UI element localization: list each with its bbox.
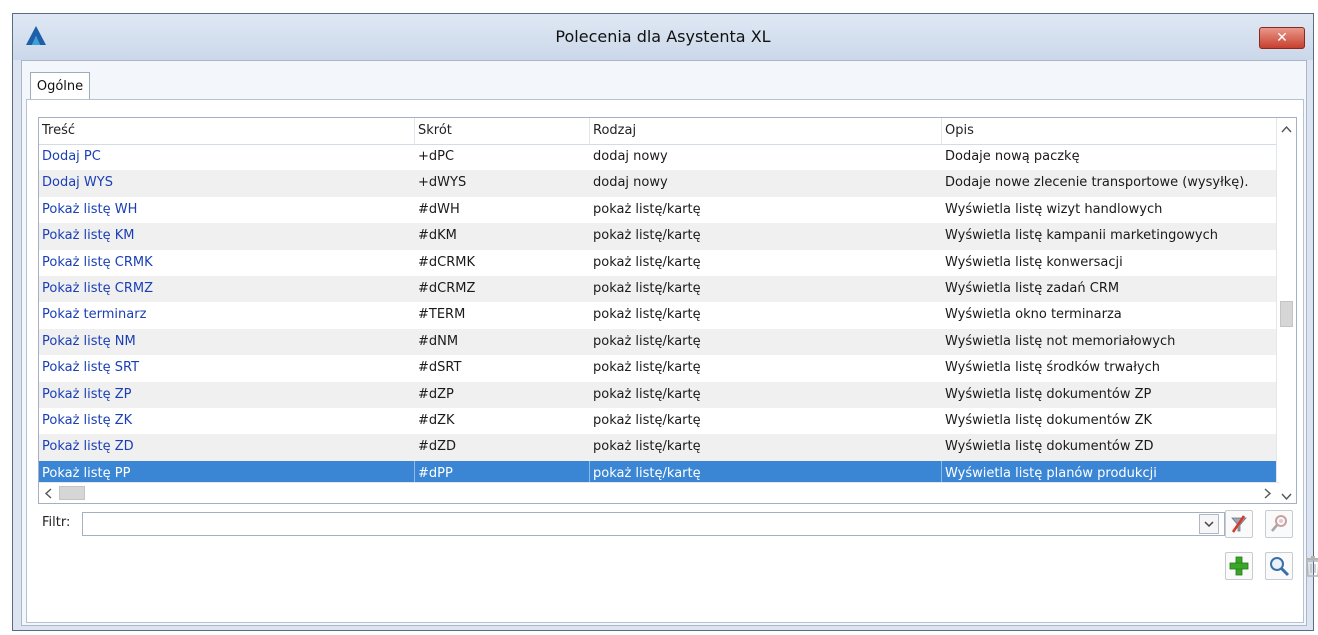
- cell-opis: Wyświetla listę wizyt handlowych: [945, 201, 1163, 217]
- cell-opis: Wyświetla listę dokumentów ZP: [945, 386, 1152, 402]
- cell-skrot: #dCRMZ: [418, 280, 476, 296]
- table-row[interactable]: Pokaż listę CRMZ #dCRMZ pokaż listę/kart…: [39, 275, 1279, 303]
- cell-rodzaj: pokaż listę/kartę: [593, 360, 701, 376]
- cell-rodzaj: pokaż listę/kartę: [593, 280, 701, 296]
- table-row[interactable]: Dodaj PC +dPC dodaj nowy Dodaje nową pac…: [39, 144, 1279, 170]
- cell-opis: Wyświetla listę dokumentów ZD: [945, 439, 1154, 455]
- search-button[interactable]: [1265, 552, 1293, 580]
- column-header-tresc[interactable]: Treść: [39, 118, 415, 144]
- cell-tresc: Pokaż listę ZD: [42, 439, 134, 455]
- table-row[interactable]: Pokaż terminarz #TERM pokaż listę/kartę …: [39, 302, 1279, 328]
- cell-tresc: Pokaż listę SRT: [42, 360, 140, 376]
- cell-opis: Wyświetla listę konwersacji: [945, 254, 1123, 270]
- table-row[interactable]: Pokaż listę ZD #dZD pokaż listę/kartę Wy…: [39, 434, 1279, 461]
- filter-input[interactable]: [82, 512, 1225, 536]
- cell-opis: Wyświetla listę dokumentów ZK: [945, 412, 1153, 428]
- cell-rodzaj: pokaż listę/kartę: [593, 254, 701, 270]
- cell-skrot: #dZK: [418, 412, 455, 428]
- cell-skrot: #dWH: [418, 201, 460, 217]
- cell-rodzaj: pokaż listę/kartę: [593, 412, 701, 428]
- title-bar[interactable]: Polecenia dla Asystenta XL ✕: [13, 14, 1313, 60]
- cell-skrot: #dZP: [418, 386, 454, 402]
- search-icon: [1270, 557, 1290, 577]
- cell-rodzaj: pokaż listę/kartę: [593, 333, 701, 349]
- cell-opis: Wyświetla listę kampanii marketingowych: [945, 228, 1219, 244]
- column-header-opis[interactable]: Opis: [942, 118, 1279, 144]
- horizontal-scroll-thumb[interactable]: [59, 486, 85, 500]
- horizontal-scrollbar[interactable]: [39, 482, 1279, 503]
- delete-button[interactable]: [1299, 552, 1318, 580]
- trash-icon: [1306, 556, 1318, 577]
- cell-tresc: Pokaż listę NM: [42, 333, 136, 349]
- cell-tresc: Pokaż listę WH: [42, 201, 138, 217]
- column-header-skrot[interactable]: Skrót: [415, 118, 590, 144]
- cell-skrot: +dPC: [418, 149, 455, 164]
- cell-skrot: #dZD: [418, 439, 457, 455]
- table-row[interactable]: Pokaż listę KM #dKM pokaż listę/kartę Wy…: [39, 223, 1279, 250]
- cell-skrot: #dSRT: [418, 360, 462, 376]
- window-title: Polecenia dla Asystenta XL: [555, 27, 771, 46]
- table-row[interactable]: Pokaż listę ZK #dZK pokaż listę/kartę Wy…: [39, 408, 1279, 434]
- cell-skrot: #dCRMK: [418, 254, 475, 270]
- table-row[interactable]: Pokaż listę SRT #dSRT pokaż listę/kartę …: [39, 355, 1279, 381]
- dialog-content: Ogólne Treść Skrót Rodzaj Opis Dodaj PC …: [21, 60, 1318, 626]
- cell-opis: Wyświetla listę zadań CRM: [945, 280, 1120, 296]
- add-button[interactable]: [1225, 552, 1253, 580]
- scroll-left-icon[interactable]: [44, 488, 52, 502]
- chevron-down-icon: [1204, 520, 1214, 527]
- clear-filter-icon: [1231, 515, 1247, 533]
- cell-tresc: Pokaż listę CRMZ: [42, 280, 154, 296]
- add-icon: [1229, 556, 1249, 576]
- table-row[interactable]: Dodaj WYS +dWYS dodaj nowy Dodaje nowe z…: [39, 170, 1279, 197]
- grid-header: Treść Skrót Rodzaj Opis: [39, 118, 1279, 145]
- cell-skrot: +dWYS: [418, 175, 467, 191]
- tab-ogolne[interactable]: Ogólne: [30, 72, 90, 100]
- cell-tresc: Dodaj PC: [42, 149, 101, 164]
- cell-opis: Wyświetla okno terminarza: [945, 307, 1122, 323]
- commands-grid: Treść Skrót Rodzaj Opis Dodaj PC +dPC do…: [38, 117, 1297, 504]
- table-row[interactable]: Pokaż listę NM #dNM pokaż listę/kartę Wy…: [39, 328, 1279, 356]
- scroll-up-icon[interactable]: [1281, 122, 1292, 136]
- column-header-rodzaj[interactable]: Rodzaj: [590, 118, 942, 144]
- cell-skrot: #dNM: [418, 333, 459, 349]
- close-button[interactable]: ✕: [1259, 27, 1305, 49]
- cell-skrot: #dKM: [418, 228, 457, 244]
- cell-opis: Wyświetla listę środków trwałych: [945, 360, 1161, 376]
- cell-rodzaj: pokaż listę/kartę: [593, 201, 701, 217]
- cell-tresc: Dodaj WYS: [42, 175, 113, 191]
- cell-rodzaj: pokaż listę/kartę: [593, 439, 701, 455]
- table-row[interactable]: Pokaż listę WH #dWH pokaż listę/kartę Wy…: [39, 197, 1279, 223]
- clear-filter-button[interactable]: [1225, 510, 1253, 538]
- dialog-window: Polecenia dla Asystenta XL ✕ Ogólne Treś…: [12, 13, 1318, 631]
- cell-tresc: Pokaż listę ZK: [42, 412, 133, 428]
- cell-rodzaj: dodaj nowy: [593, 149, 668, 164]
- filter-settings-icon: [1271, 515, 1287, 532]
- cell-tresc: Pokaż terminarz: [42, 307, 147, 323]
- table-row[interactable]: Pokaż listę CRMK #dCRMK pokaż listę/kart…: [39, 250, 1279, 276]
- table-row[interactable]: Pokaż listę ZP #dZP pokaż listę/kartę Wy…: [39, 381, 1279, 408]
- filter-settings-button[interactable]: [1265, 510, 1293, 538]
- filter-label: Filtr:: [42, 515, 71, 530]
- grid-rows: Dodaj PC +dPC dodaj nowy Dodaje nową pac…: [39, 144, 1279, 488]
- scroll-down-icon[interactable]: [1281, 490, 1292, 503]
- cell-tresc: Pokaż listę ZP: [42, 386, 132, 402]
- cell-rodzaj: dodaj nowy: [593, 175, 668, 191]
- tab-panel: Treść Skrót Rodzaj Opis Dodaj PC +dPC do…: [26, 99, 1318, 623]
- cell-rodzaj: pokaż listę/kartę: [593, 307, 701, 323]
- cell-rodzaj: pokaż listę/kartę: [593, 228, 701, 244]
- cell-opis: Wyświetla listę not memoriałowych: [945, 333, 1176, 349]
- scroll-right-icon[interactable]: [1264, 488, 1272, 502]
- filter-dropdown-button[interactable]: [1199, 514, 1219, 534]
- cell-skrot: #TERM: [418, 307, 466, 323]
- vertical-scroll-thumb[interactable]: [1280, 301, 1293, 327]
- cell-tresc: Pokaż listę CRMK: [42, 254, 153, 270]
- cell-opis: Dodaje nową paczkę: [945, 149, 1080, 164]
- cell-rodzaj: pokaż listę/kartę: [593, 386, 701, 402]
- vertical-scrollbar[interactable]: [1276, 118, 1296, 485]
- cell-opis: Dodaje nowe zlecenie transportowe (wysył…: [945, 175, 1249, 191]
- cell-tresc: Pokaż listę KM: [42, 228, 135, 244]
- close-icon: ✕: [1276, 30, 1288, 46]
